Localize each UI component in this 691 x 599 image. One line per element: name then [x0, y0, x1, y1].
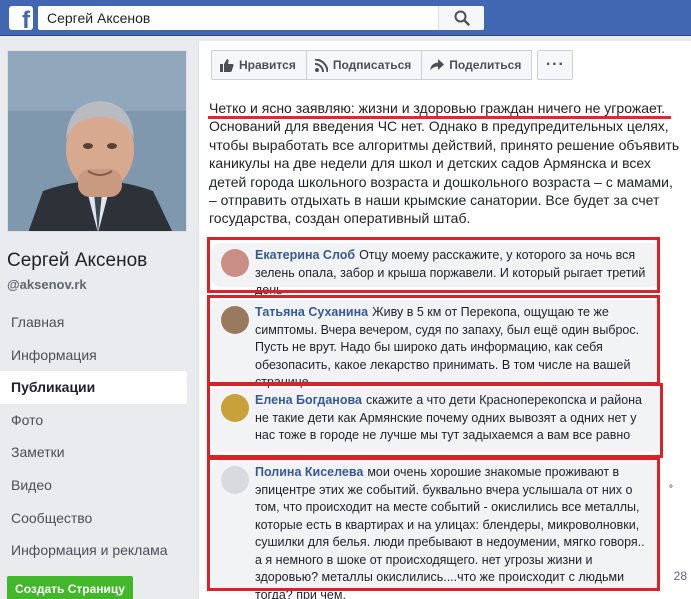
highlight-underline [208, 116, 671, 119]
share-arrow-icon [430, 59, 445, 71]
profile-name[interactable]: Сергей Аксенов [7, 250, 147, 272]
facebook-logo[interactable]: f [9, 6, 33, 33]
search-box [38, 6, 484, 30]
like-button[interactable]: Нравится [211, 50, 307, 80]
nav-item-photos[interactable]: Фото [0, 404, 187, 437]
post-card: Нравится Подписаться Поделиться ··· Четк… [198, 41, 691, 599]
profile-picture[interactable] [7, 50, 187, 232]
thumbs-up-icon [220, 58, 234, 72]
comment-author[interactable]: Полина Киселева [255, 465, 363, 479]
page-actions: Нравится Подписаться Поделиться ··· [211, 50, 574, 80]
subscribe-button[interactable]: Подписаться [305, 50, 423, 80]
profile-handle[interactable]: @aksenov.rk [7, 277, 87, 292]
nav-item-community[interactable]: Сообщество [0, 502, 187, 535]
page-count: 28 [673, 569, 687, 583]
subscribe-label: Подписаться [332, 58, 412, 72]
profile-photo-illustration [8, 51, 186, 231]
share-label: Поделиться [449, 58, 522, 72]
nav-item-home[interactable]: Главная [0, 306, 187, 339]
comment: Елена Богданова скажите а что дети Красно… [211, 388, 661, 452]
create-page-button[interactable]: Создать Страницу [7, 576, 133, 599]
nav-item-posts[interactable]: Публикации [0, 371, 187, 404]
avatar[interactable] [221, 249, 249, 277]
comment-text: мои очень хорошие знакомые проживают в э… [255, 465, 645, 599]
like-label: Нравится [239, 58, 296, 72]
nav-item-notes[interactable]: Заметки [0, 436, 187, 469]
avatar[interactable] [221, 306, 249, 334]
nav-item-info[interactable]: Информация [0, 339, 187, 372]
comment: Полина Киселева мои очень хорошие знакомы… [211, 460, 661, 599]
search-input[interactable] [38, 6, 438, 30]
rss-icon [314, 58, 328, 72]
comment-author[interactable]: Татьяна Суханина [255, 305, 368, 319]
comment-author[interactable]: Екатерина Слоб [255, 248, 355, 262]
more-options-button[interactable]: ··· [537, 50, 574, 80]
comment-author[interactable]: Елена Богданова [255, 393, 362, 407]
search-icon [454, 10, 470, 26]
share-button[interactable]: Поделиться [421, 50, 533, 80]
top-bar: f [0, 0, 691, 36]
nav-item-info-ads[interactable]: Информация и реклама [0, 534, 187, 567]
avatar[interactable] [221, 466, 249, 494]
comment: Татьяна Суханина Живу в 5 км от Перекопа,… [211, 300, 661, 389]
comment: Екатерина Слоб Отцу моему расскажите, у к… [211, 243, 661, 297]
page-navigation: Главная Информация Публикации Фото Замет… [0, 306, 187, 567]
search-button[interactable] [438, 6, 484, 30]
avatar[interactable] [221, 394, 249, 422]
nav-item-videos[interactable]: Видео [0, 469, 187, 502]
side-mark: ° [669, 484, 673, 495]
